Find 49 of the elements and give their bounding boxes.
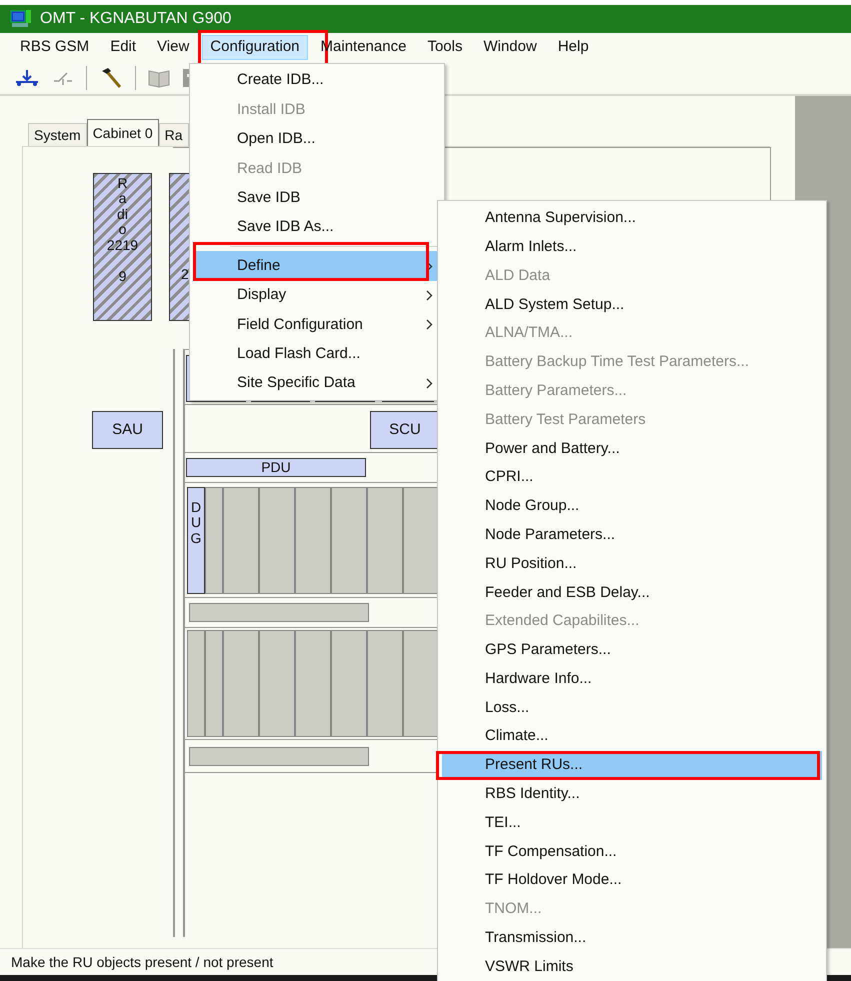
menu-entry[interactable]: GPS Parameters...: [442, 636, 822, 665]
download-icon[interactable]: [14, 69, 40, 87]
menu-entry[interactable]: Alarm Inlets...: [442, 232, 822, 262]
menu-entry[interactable]: Hardware Info...: [442, 664, 822, 694]
pdu-unit: PDU: [186, 458, 366, 477]
radio-label: Radio: [116, 176, 129, 238]
menu-entry[interactable]: CPRI...: [442, 463, 822, 492]
menu-entry[interactable]: Power and Battery...: [442, 434, 822, 464]
menu-entry[interactable]: TF Holdover Mode...: [442, 866, 822, 896]
menu-entry[interactable]: Transmission...: [442, 924, 822, 953]
scu-unit: SCU: [370, 411, 440, 449]
menu-item[interactable]: View: [149, 35, 198, 60]
computer-icon: [10, 9, 32, 29]
radio-model: 2219: [106, 238, 138, 253]
menu-entry[interactable]: RBS Identity...: [442, 780, 822, 809]
menu-entry[interactable]: Node Group...: [442, 492, 822, 521]
menu-entry[interactable]: Antenna Supervision...: [442, 204, 822, 233]
menu-entry[interactable]: Node Parameters...: [442, 520, 822, 550]
sau-unit: SAU: [92, 411, 163, 449]
menu-item[interactable]: Window: [475, 35, 545, 60]
book-icon[interactable]: [148, 68, 170, 88]
dug-unit: DUG: [187, 487, 205, 594]
menu-entry[interactable]: VSWR Limits: [442, 952, 822, 981]
tab[interactable]: System: [28, 123, 87, 146]
menu-entry[interactable]: Display: [193, 280, 437, 310]
menu-entry[interactable]: Load Flash Card...: [193, 340, 437, 369]
menu-entry[interactable]: Feeder and ESB Delay...: [442, 578, 822, 608]
menu-entry[interactable]: Open IDB...: [193, 124, 437, 154]
tab[interactable]: Cabinet 0: [86, 119, 159, 146]
tab[interactable]: Ra: [158, 123, 189, 146]
menu-entry[interactable]: Site Specific Data: [193, 368, 437, 398]
radio-model: 2: [181, 265, 189, 284]
menu-item[interactable]: Edit: [102, 35, 144, 60]
radio-number: 9: [118, 268, 126, 284]
menu-entry[interactable]: TEI...: [442, 808, 822, 838]
menu-entry[interactable]: RU Position...: [442, 550, 822, 578]
menu-entry[interactable]: Save IDB: [193, 184, 437, 213]
menu-item[interactable]: Configuration: [202, 35, 308, 60]
menu-entry[interactable]: Loss...: [442, 694, 822, 722]
menu-entry[interactable]: Climate...: [442, 722, 822, 752]
menu-entry[interactable]: TF Compensation...: [442, 838, 822, 866]
menu-item[interactable]: Tools: [419, 35, 470, 60]
menu-entry[interactable]: Field Configuration: [193, 310, 437, 340]
status-text: Make the RU objects present / not present: [11, 952, 274, 972]
window-title: OMT - KGNABUTAN G900: [40, 9, 232, 29]
menu-entry[interactable]: ALD System Setup...: [442, 290, 822, 320]
menu-item[interactable]: Help: [550, 35, 597, 60]
menu-item[interactable]: RBS GSM: [12, 35, 98, 60]
menu-entry[interactable]: Save IDB As...: [193, 212, 437, 242]
